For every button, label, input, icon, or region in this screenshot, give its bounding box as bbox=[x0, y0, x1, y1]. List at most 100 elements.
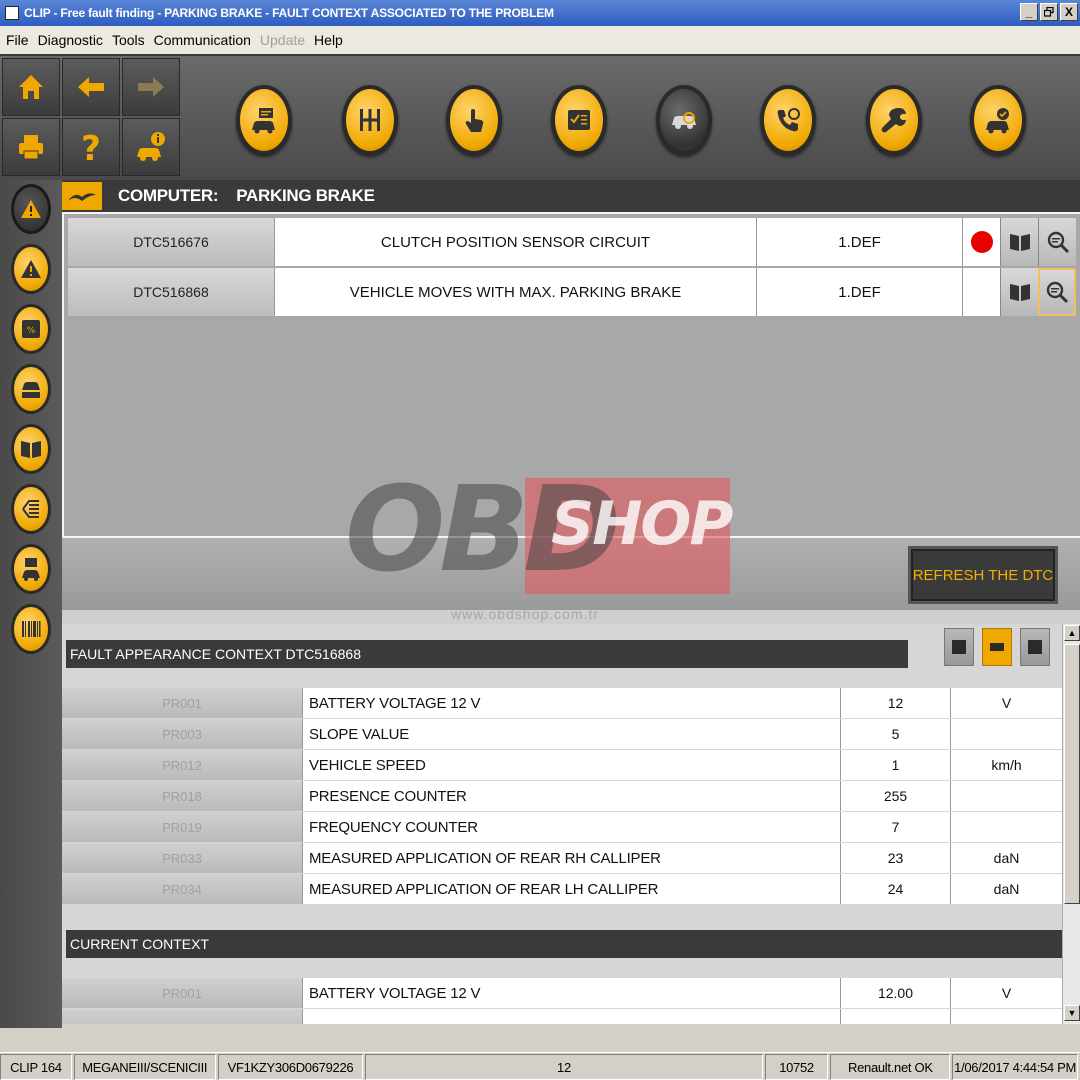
refresh-bar: REFRESH THE DTC bbox=[62, 538, 1080, 610]
home-button[interactable] bbox=[2, 58, 60, 116]
dtc-row[interactable]: DTC516868 VEHICLE MOVES WITH MAX. PARKIN… bbox=[68, 268, 1076, 316]
vehicle-identification-icon bbox=[252, 108, 275, 134]
sidebar-documentation-button[interactable] bbox=[11, 424, 51, 474]
table-row-partial bbox=[62, 1009, 1062, 1024]
menu-diagnostic[interactable]: Diagnostic bbox=[38, 32, 103, 48]
context-panel: FAULT APPEARANCE CONTEXT DTC516868 PR001… bbox=[62, 624, 1062, 1024]
param-value: 255 bbox=[840, 781, 950, 811]
menu-file[interactable]: File bbox=[6, 32, 29, 48]
checklist-button[interactable] bbox=[551, 84, 607, 156]
parameters-icon: % bbox=[22, 320, 40, 338]
status-datetime: 1/06/2017 4:44:54 PM bbox=[952, 1054, 1078, 1080]
dtc-documentation-button[interactable] bbox=[1000, 218, 1038, 266]
sidebar-vehicle-states-button[interactable] bbox=[11, 364, 51, 414]
param-code: PR012 bbox=[62, 750, 302, 780]
present-fault-dot-icon bbox=[970, 231, 993, 253]
wrench-button[interactable] bbox=[866, 84, 922, 156]
svg-text:?: ? bbox=[81, 130, 101, 164]
sidebar-warning-active-button[interactable] bbox=[11, 184, 51, 234]
phone-support-button[interactable] bbox=[760, 84, 816, 156]
dtc-detail-button-selected[interactable] bbox=[1038, 268, 1076, 316]
square-icon bbox=[952, 640, 966, 654]
param-unit: km/h bbox=[950, 750, 1062, 780]
computer-header: COMPUTER: PARKING BRAKE bbox=[62, 180, 1080, 212]
warning-active-icon bbox=[21, 200, 41, 218]
dtc-documentation-button[interactable] bbox=[1000, 268, 1038, 316]
status-number: 10752 bbox=[764, 1054, 829, 1080]
fault-context-title: FAULT APPEARANCE CONTEXT DTC516868 bbox=[66, 640, 908, 668]
param-code: PR018 bbox=[62, 781, 302, 811]
sidebar-tree-button[interactable] bbox=[11, 484, 51, 534]
sidebar-save-vehicle-button[interactable] bbox=[11, 544, 51, 594]
dtc-row[interactable]: DTC516676 CLUTCH POSITION SENSOR CIRCUIT… bbox=[68, 218, 1076, 266]
vehicle-info-icon bbox=[137, 132, 165, 161]
menu-tools[interactable]: Tools bbox=[112, 32, 145, 48]
restore-button[interactable] bbox=[1040, 3, 1058, 21]
sidebar-barcode-button[interactable] bbox=[11, 604, 51, 654]
param-name: SLOPE VALUE bbox=[302, 719, 840, 749]
dtc-code: DTC516676 bbox=[68, 218, 274, 266]
param-value: 23 bbox=[840, 843, 950, 873]
print-button[interactable] bbox=[2, 118, 60, 176]
scroll-down-button[interactable]: ▼ bbox=[1064, 1005, 1080, 1021]
param-unit: V bbox=[950, 688, 1062, 718]
param-code: PR001 bbox=[62, 978, 302, 1008]
dtc-detail-button[interactable] bbox=[1038, 218, 1076, 266]
param-unit bbox=[950, 1009, 1062, 1024]
menu-bar: File Diagnostic Tools Communication Upda… bbox=[0, 26, 1080, 54]
warning-icon bbox=[21, 260, 41, 278]
gearbox-button[interactable] bbox=[342, 84, 398, 156]
vehicle-states-icon bbox=[22, 382, 40, 398]
touch-test-button[interactable] bbox=[446, 84, 502, 156]
dtc-description: CLUTCH POSITION SENSOR CIRCUIT bbox=[274, 218, 756, 266]
help-button[interactable]: ? bbox=[62, 118, 120, 176]
dtc-status: 1.DEF bbox=[756, 218, 962, 266]
book-icon bbox=[1009, 284, 1030, 301]
param-name: VEHICLE SPEED bbox=[302, 750, 840, 780]
param-code bbox=[62, 1009, 302, 1024]
context-scrollbar[interactable]: ▲ ▼ bbox=[1062, 624, 1080, 1024]
refresh-dtc-button[interactable]: REFRESH THE DTC bbox=[908, 546, 1058, 604]
param-value: 7 bbox=[840, 812, 950, 842]
param-name: PRESENCE COUNTER bbox=[302, 781, 840, 811]
view-mode-2-button[interactable] bbox=[982, 628, 1012, 666]
back-button[interactable] bbox=[62, 58, 120, 116]
vehicle-identification-button[interactable] bbox=[236, 84, 292, 156]
magnifier-icon bbox=[1047, 231, 1069, 254]
dtc-code: DTC516868 bbox=[68, 268, 274, 316]
view-mode-3-button[interactable] bbox=[1020, 628, 1050, 666]
sidebar-warning-button[interactable] bbox=[11, 244, 51, 294]
param-value: 24 bbox=[840, 874, 950, 904]
half-square-icon bbox=[990, 643, 1004, 651]
param-name: MEASURED APPLICATION OF REAR RH CALLIPER bbox=[302, 843, 840, 873]
param-code: PR034 bbox=[62, 874, 302, 904]
scroll-up-button[interactable]: ▲ bbox=[1064, 625, 1080, 641]
barcode-icon bbox=[22, 621, 41, 637]
status-vehicle-model: MEGANEIII/SCENICIII bbox=[73, 1054, 216, 1080]
scroll-thumb[interactable] bbox=[1064, 644, 1080, 904]
dtc-description: VEHICLE MOVES WITH MAX. PARKING BRAKE bbox=[274, 268, 756, 316]
panel-separator bbox=[62, 610, 1080, 624]
close-button[interactable]: X bbox=[1060, 3, 1078, 21]
vehicle-info-button[interactable] bbox=[122, 118, 180, 176]
menu-communication[interactable]: Communication bbox=[154, 32, 251, 48]
svg-text:%: % bbox=[27, 326, 36, 336]
fault-finding-icon bbox=[672, 112, 696, 129]
gearbox-icon bbox=[360, 109, 380, 131]
menu-help[interactable]: Help bbox=[314, 32, 343, 48]
vehicle-ok-button[interactable] bbox=[970, 84, 1026, 156]
param-name: BATTERY VOLTAGE 12 V bbox=[302, 978, 840, 1008]
param-name bbox=[302, 1009, 840, 1024]
view-mode-1-button[interactable] bbox=[944, 628, 974, 666]
table-row: PR019 FREQUENCY COUNTER 7 bbox=[62, 812, 1062, 842]
sidebar-parameters-button[interactable]: % bbox=[11, 304, 51, 354]
restore-icon bbox=[1044, 7, 1054, 17]
fault-finding-button[interactable] bbox=[656, 84, 712, 156]
minimize-button[interactable]: _ bbox=[1020, 3, 1038, 21]
table-row: PR018 PRESENCE COUNTER 255 bbox=[62, 781, 1062, 811]
home-icon bbox=[19, 75, 43, 99]
clip-application-window: CLIP - Free fault finding - PARKING BRAK… bbox=[0, 0, 1080, 1080]
vehicle-ok-icon bbox=[986, 108, 1009, 134]
table-row: PR034 MEASURED APPLICATION OF REAR LH CA… bbox=[62, 874, 1062, 904]
main-toolbar: ? bbox=[0, 54, 1080, 180]
